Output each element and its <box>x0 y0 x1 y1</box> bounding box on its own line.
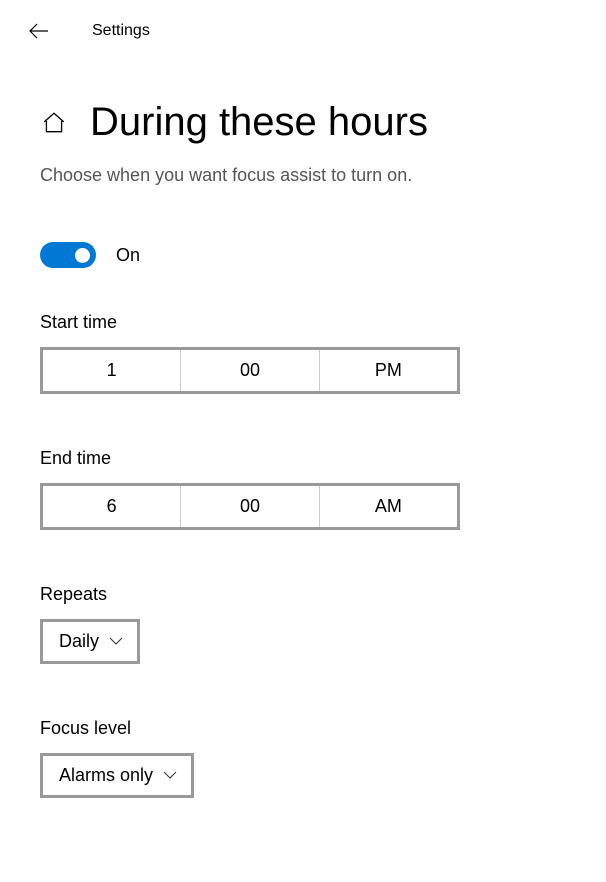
page-description: Choose when you want focus assist to tur… <box>40 165 566 186</box>
start-time-minute[interactable]: 00 <box>180 350 318 391</box>
end-time-label: End time <box>40 448 566 469</box>
start-time-picker: 1 00 PM <box>40 347 460 394</box>
topbar-title: Settings <box>92 22 150 40</box>
enable-toggle[interactable] <box>40 242 96 268</box>
focus-level-label: Focus level <box>40 718 566 739</box>
focus-level-value: Alarms only <box>59 765 153 786</box>
repeats-dropdown[interactable]: Daily <box>40 619 140 664</box>
start-time-hour[interactable]: 1 <box>43 350 180 391</box>
repeats-value: Daily <box>59 631 99 652</box>
end-time-ampm[interactable]: AM <box>319 486 457 527</box>
home-icon[interactable] <box>40 109 68 137</box>
chevron-down-icon <box>163 771 177 781</box>
chevron-down-icon <box>109 637 123 647</box>
page-title: During these hours <box>90 100 428 145</box>
toggle-thumb <box>75 248 90 263</box>
start-time-label: Start time <box>40 312 566 333</box>
end-time-minute[interactable]: 00 <box>180 486 318 527</box>
arrow-left-icon <box>28 20 50 42</box>
repeats-label: Repeats <box>40 584 566 605</box>
end-time-picker: 6 00 AM <box>40 483 460 530</box>
toggle-state-label: On <box>116 245 140 266</box>
start-time-ampm[interactable]: PM <box>319 350 457 391</box>
focus-level-dropdown[interactable]: Alarms only <box>40 753 194 798</box>
end-time-hour[interactable]: 6 <box>43 486 180 527</box>
back-button[interactable] <box>28 20 50 42</box>
